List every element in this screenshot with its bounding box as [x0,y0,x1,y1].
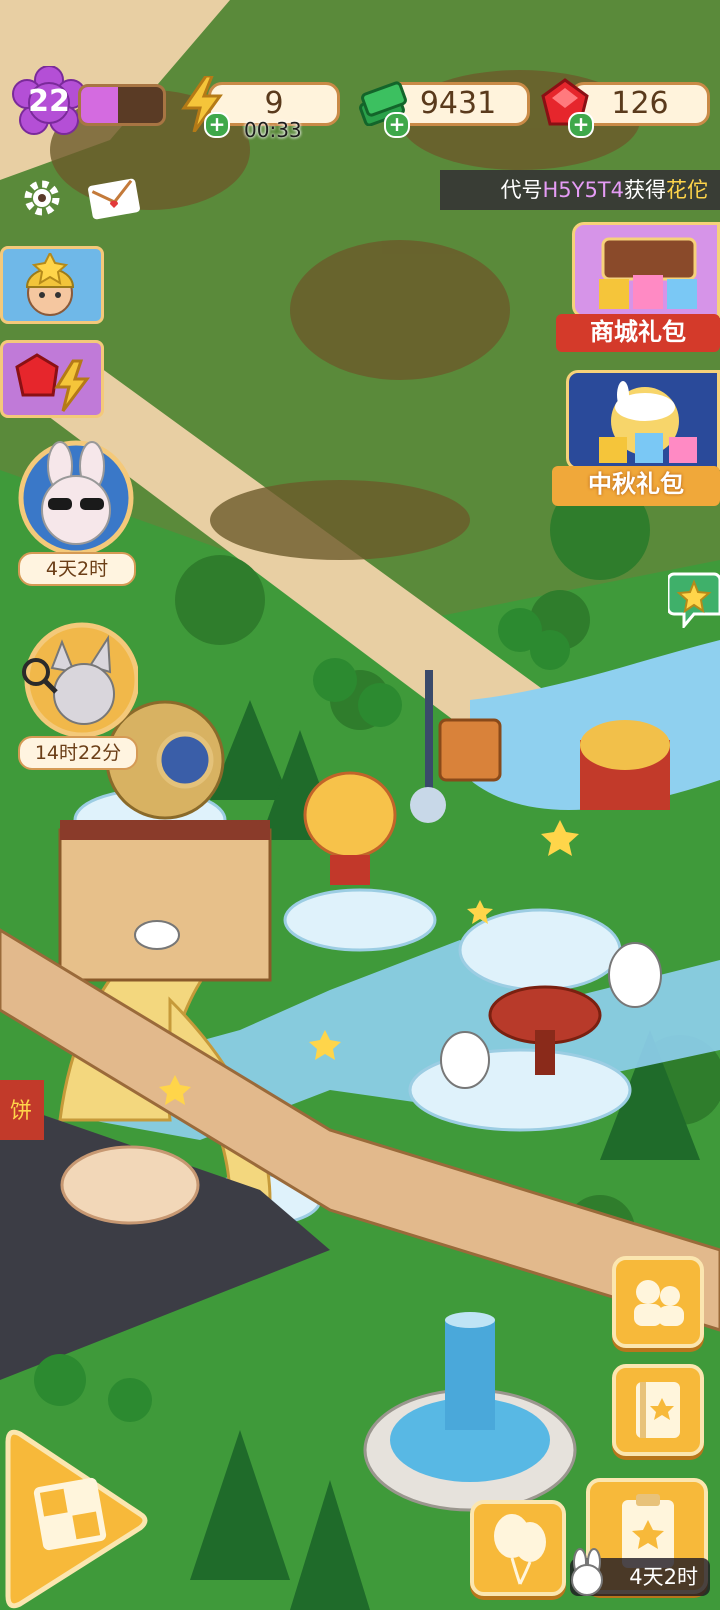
mail-envelope-icon[interactable] [88,178,140,220]
sign-text: 饼 [10,1099,32,1124]
gem-lightning-icon [15,353,90,412]
gem-plus-icon[interactable]: + [568,112,594,138]
friends-button[interactable] [612,1256,704,1348]
book-icon [636,1382,680,1438]
balloon-button[interactable] [470,1500,566,1596]
worker-face-icon [25,253,75,316]
friends-icon [634,1280,684,1326]
daily-task-card[interactable] [0,246,104,324]
shop-gift-label: 商城礼包 [556,314,720,352]
moon-rabbit-icon [599,381,697,463]
gift-boxes-icon [599,237,697,309]
sunglasses-bunny-icon [18,440,134,556]
star-quest-icon[interactable] [668,570,720,628]
gem-energy-pack-card[interactable] [0,340,104,418]
build-mode-button[interactable] [0,1424,150,1610]
bunny-event-timer: 4天2时 [18,552,136,586]
news-ticker: 代号H5Y5T4获得花佗 [440,170,720,210]
checkered-tile-icon [33,1477,107,1551]
detective-cat-icon [22,622,138,738]
xp-progress-bar [78,84,166,126]
energy-timer: 00:33 [244,118,302,142]
ticker-prefix: 代号 [500,178,543,202]
balloons-icon [494,1514,546,1585]
level-number: 22 [28,84,70,119]
event-timer-text: 4天2时 [629,1565,698,1589]
mid-autumn-gift-card [566,370,720,470]
shop-gift-card [572,222,720,318]
detective-event-timer: 14时22分 [18,736,138,770]
xp-progress-fill [81,87,118,123]
cash-plus-icon[interactable]: + [384,112,410,138]
mid-autumn-gift-label: 中秋礼包 [552,466,720,506]
ticker-code: H5Y5T4 [542,178,624,202]
rabbit-mascot-icon [571,1548,603,1596]
ticker-verb: 获得 [624,178,666,202]
collection-book-button[interactable] [612,1364,704,1456]
energy-plus-icon[interactable]: + [204,112,230,138]
ticker-item: 花佗 [666,178,708,202]
settings-gear-icon[interactable] [20,176,64,220]
